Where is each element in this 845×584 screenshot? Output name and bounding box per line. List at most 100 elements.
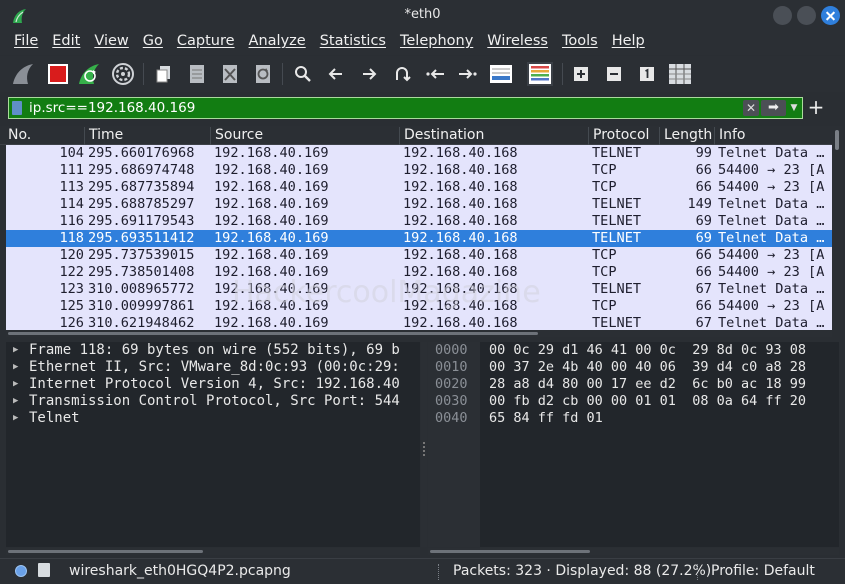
packet-row[interactable]: 125 310.009997861 192.168.40.169 192.168.40… — [6, 298, 832, 315]
expert-info-icon[interactable] — [15, 565, 27, 577]
packet-destination-cell: 192.168.40.168 — [403, 247, 518, 263]
stop-capture-button[interactable] — [44, 60, 72, 88]
details-tree-item[interactable]: ▶ Internet Protocol Version 4, Src: 192.1… — [6, 376, 420, 393]
expand-arrow-icon[interactable]: ▶ — [13, 359, 18, 376]
column-protocol[interactable]: Protocol — [588, 127, 649, 145]
menu-file[interactable]: File — [7, 31, 45, 55]
go-forward-button[interactable] — [355, 60, 383, 88]
bytes-hex[interactable]: 65 84 ff fd 01 — [489, 410, 603, 427]
packet-list-header: No. Time Source Destination Protocol Len… — [0, 126, 832, 145]
menu-statistics[interactable]: Statistics — [313, 31, 393, 55]
zoom-in-icon — [574, 67, 588, 81]
packet-row[interactable]: 114 295.688785297 192.168.40.169 192.168.40… — [6, 196, 832, 213]
maximize-button[interactable] — [797, 6, 816, 25]
packet-details-pane[interactable]: ▶ Frame 118: 69 bytes on wire (552 bits),… — [6, 342, 420, 547]
packet-row[interactable]: 104 295.660176968 192.168.40.169 192.168.40… — [6, 145, 832, 162]
bookmark-icon[interactable] — [12, 101, 22, 115]
packet-bytes-pane[interactable]: 0000 0010 0020 0030 0040 00 0c 29 d1 46 41 0… — [428, 342, 839, 547]
packet-protocol-cell: TELNET — [592, 281, 642, 297]
open-file-button[interactable] — [150, 60, 178, 88]
apply-filter-button[interactable]: ➡ — [761, 100, 786, 116]
add-filter-button[interactable]: + — [806, 95, 826, 119]
column-source[interactable]: Source — [210, 127, 263, 145]
start-capture-button[interactable] — [10, 60, 38, 88]
details-tree-item[interactable]: ▶ Ethernet II, Src: VMware_8d:0c:93 (00:0… — [6, 359, 420, 376]
packet-info-cell: Telnet Data … — [718, 145, 825, 161]
column-destination[interactable]: Destination — [399, 127, 484, 145]
details-tree-label: Transmission Control Protocol, Src Port:… — [29, 393, 400, 409]
packet-row[interactable]: 126 310.621948462 192.168.40.169 192.168.40… — [6, 315, 832, 330]
profile-selector[interactable]: Profile: Default — [711, 563, 815, 579]
expand-arrow-icon[interactable]: ▶ — [13, 410, 18, 427]
packet-row[interactable]: 113 295.687735894 192.168.40.169 192.168.40… — [6, 179, 832, 196]
capture-comment-icon[interactable] — [38, 563, 50, 577]
filter-history-dropdown[interactable]: ▼ — [788, 101, 800, 115]
bytes-hex[interactable]: 00 0c 29 d1 46 41 00 0c 29 8d 0c 93 08 — [489, 342, 806, 359]
menu-edit[interactable]: Edit — [45, 31, 87, 55]
go-back-button[interactable] — [322, 60, 350, 88]
zoom-in-button[interactable] — [567, 60, 595, 88]
menu-telephony[interactable]: Telephony — [393, 31, 480, 55]
packet-row[interactable]: 123 310.008965772 192.168.40.169 192.168.40… — [6, 281, 832, 298]
packet-row[interactable]: 118 295.693511412 192.168.40.169 192.168.40… — [6, 230, 832, 247]
packet-row[interactable]: 120 295.737539015 192.168.40.169 192.168.40… — [6, 247, 832, 264]
close-file-button[interactable] — [216, 60, 244, 88]
colorize-button[interactable] — [526, 60, 554, 88]
minimize-button[interactable] — [773, 6, 792, 25]
menu-analyze[interactable]: Analyze — [242, 31, 313, 55]
packet-time-cell: 295.737539015 — [88, 247, 195, 263]
menu-tools[interactable]: Tools — [555, 31, 605, 55]
menu-capture[interactable]: Capture — [170, 31, 242, 55]
expand-arrow-icon[interactable]: ▶ — [13, 342, 18, 359]
normal-size-button[interactable] — [633, 60, 661, 88]
packet-list[interactable]: 104 295.660176968 192.168.40.169 192.168.40… — [6, 145, 832, 330]
reload-file-button[interactable] — [249, 60, 277, 88]
last-packet-icon — [459, 69, 477, 79]
details-tree-item[interactable]: ▶ Transmission Control Protocol, Src Port… — [6, 393, 420, 410]
menu-go[interactable]: Go — [136, 31, 170, 55]
column-no[interactable]: No. — [4, 127, 31, 145]
display-filter-input[interactable] — [29, 99, 729, 117]
details-tree-item[interactable]: ▶ Telnet — [6, 410, 420, 427]
last-packet-button[interactable] — [454, 60, 482, 88]
close-window-button[interactable] — [821, 6, 840, 25]
bytes-hex[interactable]: 00 37 2e 4b 40 00 40 06 39 d4 c0 a8 28 — [489, 359, 806, 376]
packet-list-scrollbar[interactable] — [832, 126, 843, 330]
menu-help[interactable]: Help — [605, 31, 652, 55]
packet-row[interactable]: 122 295.738501408 192.168.40.169 192.168.40… — [6, 264, 832, 281]
expand-arrow-icon[interactable]: ▶ — [13, 376, 18, 393]
resize-columns-button[interactable] — [666, 60, 694, 88]
packet-row[interactable]: 116 295.691179543 192.168.40.169 192.168.40… — [6, 213, 832, 230]
packet-time-cell: 310.009997861 — [88, 298, 195, 314]
close-file-icon — [223, 65, 237, 83]
autoscroll-button[interactable] — [487, 60, 515, 88]
save-file-button[interactable] — [183, 60, 211, 88]
packet-source-cell: 192.168.40.169 — [214, 179, 329, 195]
packet-list-hscrollbar[interactable] — [6, 330, 832, 337]
bytes-hex[interactable]: 28 a8 d4 80 00 17 ee d2 6c b0 ac 18 99 — [489, 376, 806, 393]
column-time[interactable]: Time — [84, 127, 123, 145]
restart-capture-button[interactable] — [76, 60, 104, 88]
packet-time-cell: 295.693511412 — [88, 230, 195, 246]
capture-options-button[interactable] — [109, 60, 137, 88]
expand-arrow-icon[interactable]: ▶ — [13, 393, 18, 410]
column-length[interactable]: Length — [659, 127, 712, 145]
menu-view[interactable]: View — [87, 31, 135, 55]
bytes-hex[interactable]: 00 fb d2 cb 00 00 01 01 08 0a 64 ff 20 — [489, 393, 806, 410]
bytes-hscrollbar[interactable] — [428, 548, 839, 555]
details-tree-item[interactable]: ▶ Frame 118: 69 bytes on wire (552 bits),… — [6, 342, 420, 359]
clear-filter-button[interactable]: ✕ — [743, 100, 759, 116]
details-tree-label: Telnet — [29, 410, 80, 426]
zoom-out-button[interactable] — [600, 60, 628, 88]
packet-row[interactable]: 111 295.686974748 192.168.40.169 192.168.40… — [6, 162, 832, 179]
column-info[interactable]: Info — [714, 127, 746, 145]
pane-splitter[interactable] — [421, 342, 427, 547]
packet-no-cell: 113 — [59, 179, 84, 195]
go-to-packet-button[interactable] — [388, 60, 416, 88]
menu-wireless[interactable]: Wireless — [480, 31, 555, 55]
find-packet-button[interactable] — [289, 60, 317, 88]
first-packet-button[interactable] — [421, 60, 449, 88]
details-hscrollbar[interactable] — [6, 548, 420, 555]
autoscroll-icon — [490, 65, 512, 83]
packet-info-cell: Telnet Data … — [718, 213, 825, 229]
